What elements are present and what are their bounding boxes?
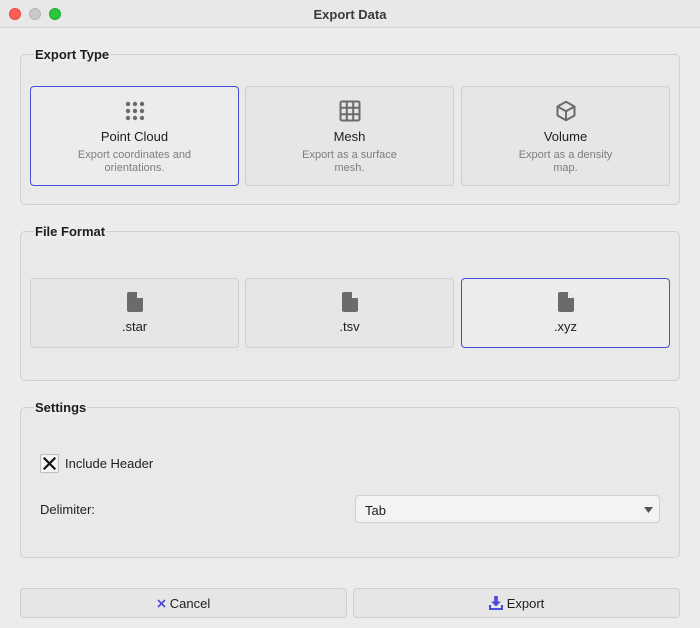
window-title: Export Data xyxy=(313,7,387,22)
export-type-volume[interactable]: Volume Export as a density map. xyxy=(461,86,670,186)
export-dialog: Export Data Export Type Point Cloud Expo… xyxy=(0,0,700,628)
export-type-description: Export as a density map. xyxy=(518,149,613,174)
delimiter-select[interactable]: Tab xyxy=(355,495,660,523)
include-header-label[interactable]: Include Header xyxy=(65,456,153,471)
file-format-star[interactable]: .star xyxy=(30,278,239,348)
file-icon xyxy=(557,292,574,312)
file-format-label: .star xyxy=(121,319,148,334)
cancel-button-label: Cancel xyxy=(169,595,211,611)
grid-icon xyxy=(339,100,360,122)
export-button[interactable]: Export xyxy=(353,588,680,618)
export-type-description: Export as a surface mesh. xyxy=(302,149,397,174)
export-type-point-cloud[interactable]: Point Cloud Export coordinates and orien… xyxy=(30,86,239,186)
settings-title: Settings xyxy=(34,400,88,415)
export-button-label: Export xyxy=(506,595,545,611)
file-icon xyxy=(126,292,143,312)
cancel-button[interactable]: Cancel xyxy=(20,588,347,618)
settings-group: Settings Include Header Delimiter: Tab xyxy=(20,400,680,558)
cube-icon xyxy=(556,100,575,122)
x-icon xyxy=(157,598,166,608)
export-type-group: Export Type Point Cloud Export coordinat… xyxy=(20,47,680,205)
check-x-icon xyxy=(43,457,56,470)
dots-grid-icon xyxy=(125,101,144,121)
file-format-title: File Format xyxy=(34,224,107,239)
download-icon xyxy=(488,596,503,610)
export-type-label: Mesh xyxy=(333,129,366,144)
file-format-label: .tsv xyxy=(339,319,360,334)
file-format-label: .xyz xyxy=(553,319,578,334)
file-format-group: File Format .star .tsv .xyz xyxy=(20,224,680,381)
file-icon xyxy=(341,292,358,312)
include-header-checkbox[interactable] xyxy=(40,454,59,473)
delimiter-label: Delimiter: xyxy=(40,502,95,517)
export-type-mesh[interactable]: Mesh Export as a surface mesh. xyxy=(245,86,454,186)
export-type-label: Volume xyxy=(543,129,588,144)
export-type-label: Point Cloud xyxy=(100,129,169,144)
file-format-xyz[interactable]: .xyz xyxy=(461,278,670,348)
chevron-down-icon xyxy=(644,507,653,513)
file-format-tsv[interactable]: .tsv xyxy=(245,278,454,348)
export-type-title: Export Type xyxy=(34,47,111,62)
delimiter-value: Tab xyxy=(365,503,386,518)
export-type-description: Export coordinates and orientations. xyxy=(77,149,192,174)
title-bar: Export Data xyxy=(0,0,700,28)
